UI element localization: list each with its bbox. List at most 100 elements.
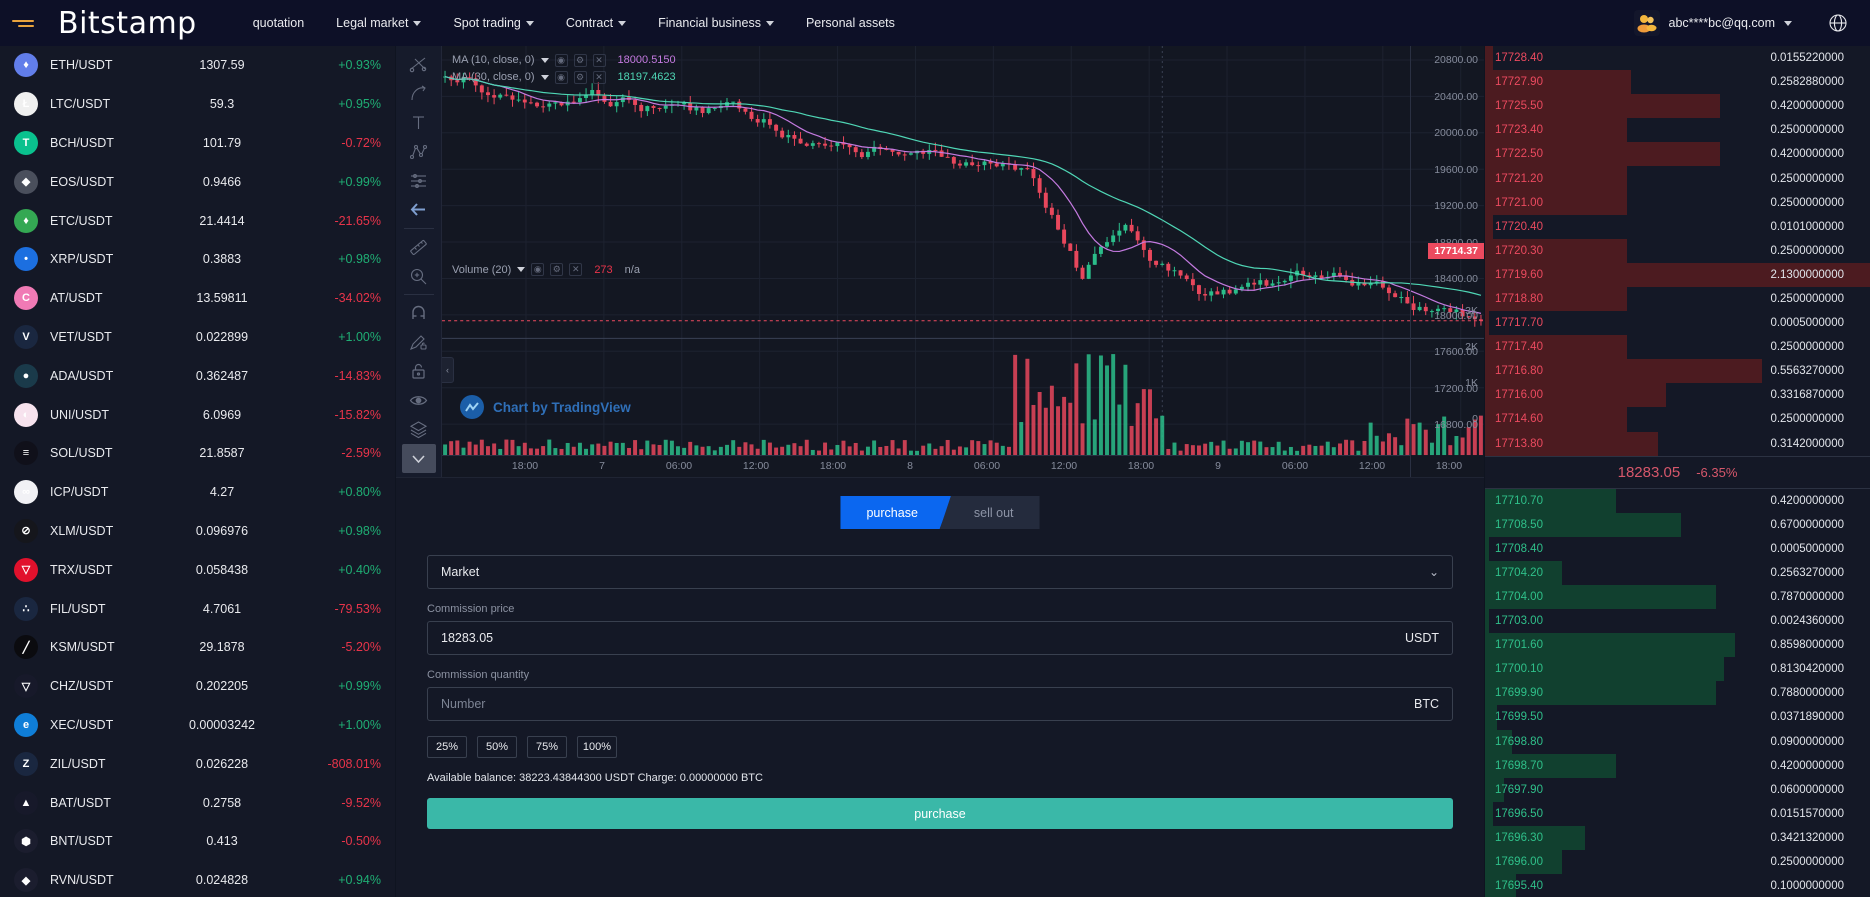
eye-icon[interactable]: ◉	[555, 54, 568, 67]
order-book-row[interactable]: 17698.800.0900000000	[1485, 730, 1870, 754]
gear-icon[interactable]: ⚙	[574, 54, 587, 67]
crosshair-icon[interactable]	[402, 50, 436, 79]
market-list-item[interactable]: ♦ETH/USDT1307.59+0.93%	[0, 46, 395, 85]
market-list-item[interactable]: ◆EOS/USDT0.9466+0.99%	[0, 162, 395, 201]
order-book-row[interactable]: 17699.900.7880000000	[1485, 681, 1870, 705]
user-account-menu[interactable]: abc****bc@qq.com	[1634, 10, 1793, 36]
order-book-row[interactable]: 17701.600.8598000000	[1485, 633, 1870, 657]
market-list-item[interactable]: VVET/USDT0.022899+1.00%	[0, 318, 395, 357]
market-list-item[interactable]: ≡SOL/USDT21.8587-2.59%	[0, 434, 395, 473]
percent-button-75[interactable]: 75%	[527, 736, 567, 758]
order-book-row[interactable]: 17696.300.3421320000	[1485, 826, 1870, 850]
order-book-row[interactable]: 17720.300.2500000000	[1485, 239, 1870, 263]
tab-sell-out[interactable]: sell out	[940, 496, 1040, 529]
order-book-row[interactable]: 17721.000.2500000000	[1485, 191, 1870, 215]
order-book-row[interactable]: 17700.100.8130420000	[1485, 657, 1870, 681]
market-list-item[interactable]: ▲BAT/USDT0.2758-9.52%	[0, 783, 395, 822]
order-book-row[interactable]: 17725.500.4200000000	[1485, 94, 1870, 118]
gear-icon[interactable]: ⚙	[574, 71, 587, 84]
order-book-row[interactable]: 17697.900.0600000000	[1485, 778, 1870, 802]
chevron-down-icon[interactable]	[517, 267, 525, 272]
order-book-row[interactable]: 17708.400.0005000000	[1485, 537, 1870, 561]
market-list-item[interactable]: ŁLTC/USDT59.3+0.95%	[0, 85, 395, 124]
order-book-row[interactable]: 17698.700.4200000000	[1485, 754, 1870, 778]
order-book-row[interactable]: 17719.602.1300000000	[1485, 263, 1870, 287]
close-icon[interactable]: ✕	[569, 263, 582, 276]
order-book-row[interactable]: 17704.000.7870000000	[1485, 585, 1870, 609]
market-list-item[interactable]: TBCH/USDT101.79-0.72%	[0, 124, 395, 163]
market-list-item[interactable]: ◐UNI/USDT6.0969-15.82%	[0, 395, 395, 434]
percent-button-100[interactable]: 100%	[577, 736, 617, 758]
nav-link-quotation[interactable]: quotation	[253, 16, 304, 30]
collapse-chevron-icon[interactable]	[402, 444, 436, 473]
order-book-row[interactable]: 17716.000.3316870000	[1485, 383, 1870, 407]
order-book-row[interactable]: 17723.400.2500000000	[1485, 118, 1870, 142]
nav-link-spot-trading[interactable]: Spot trading	[453, 16, 533, 30]
order-type-select[interactable]: Market ⌄	[427, 555, 1453, 589]
order-book-row[interactable]: 17721.200.2500000000	[1485, 166, 1870, 190]
market-list-item[interactable]: ∴FIL/USDT4.7061-79.53%	[0, 589, 395, 628]
eye-icon[interactable]: ◉	[531, 263, 544, 276]
order-book-row[interactable]: 17722.500.4200000000	[1485, 142, 1870, 166]
measure-ruler-icon[interactable]	[402, 233, 436, 262]
order-book-row[interactable]: 17696.500.0151570000	[1485, 802, 1870, 826]
text-icon[interactable]	[402, 108, 436, 137]
gear-icon[interactable]: ⚙	[550, 263, 563, 276]
market-list-item[interactable]: eXEC/USDT0.00003242+1.00%	[0, 706, 395, 745]
order-book-row[interactable]: 17708.500.6700000000	[1485, 513, 1870, 537]
order-book-row[interactable]: 17713.800.3142000000	[1485, 432, 1870, 456]
order-book-row[interactable]: 17714.600.2500000000	[1485, 407, 1870, 431]
forecast-icon[interactable]	[402, 166, 436, 195]
layers-icon[interactable]	[402, 415, 436, 444]
lock-icon[interactable]	[402, 357, 436, 386]
order-book-row[interactable]: 17720.400.0101000000	[1485, 215, 1870, 239]
eye-icon[interactable]: ◉	[555, 71, 568, 84]
brand-logo[interactable]: Bitstamp	[58, 6, 197, 41]
order-book-row[interactable]: 17696.000.2500000000	[1485, 850, 1870, 874]
chart-canvas[interactable]: MA (10, close, 0)◉⚙✕18000.5150MA (30, cl…	[442, 46, 1484, 477]
arrow-left-icon[interactable]	[402, 195, 436, 224]
trendline-icon[interactable]	[402, 79, 436, 108]
market-list-item[interactable]: ▽CHZ/USDT0.202205+0.99%	[0, 667, 395, 706]
commission-price-input[interactable]: 18283.05 USDT	[427, 621, 1453, 655]
submit-purchase-button[interactable]: purchase	[427, 798, 1453, 829]
market-list-item[interactable]: ∞ICP/USDT4.27+0.80%	[0, 473, 395, 512]
market-list-item[interactable]: •XRP/USDT0.3883+0.98%	[0, 240, 395, 279]
percent-button-50[interactable]: 50%	[477, 736, 517, 758]
chevron-down-icon[interactable]	[541, 58, 549, 63]
market-list-item[interactable]: ╱KSM/USDT29.1878-5.20%	[0, 628, 395, 667]
market-list-item[interactable]: ZZIL/USDT0.026228-808.01%	[0, 744, 395, 783]
market-list-item[interactable]: ⊘XLM/USDT0.096976+0.98%	[0, 512, 395, 551]
order-book-row[interactable]: 17704.200.2563270000	[1485, 561, 1870, 585]
close-icon[interactable]: ✕	[593, 71, 606, 84]
tab-purchase[interactable]: purchase	[840, 496, 951, 529]
eye-icon[interactable]	[402, 386, 436, 415]
panel-collapse-icon[interactable]: ‹	[442, 357, 454, 383]
pattern-icon[interactable]	[402, 137, 436, 166]
order-book-row[interactable]: 17703.000.0024360000	[1485, 609, 1870, 633]
order-book-row[interactable]: 17728.400.0155220000	[1485, 46, 1870, 70]
order-book-row[interactable]: 17695.400.1000000000	[1485, 874, 1870, 897]
order-book-row[interactable]: 17718.800.2500000000	[1485, 287, 1870, 311]
order-book-row[interactable]: 17710.700.4200000000	[1485, 489, 1870, 513]
market-list-item[interactable]: ●ADA/USDT0.362487-14.83%	[0, 356, 395, 395]
order-book-row[interactable]: 17716.800.5563270000	[1485, 359, 1870, 383]
percent-button-25[interactable]: 25%	[427, 736, 467, 758]
nav-link-financial-business[interactable]: Financial business	[658, 16, 774, 30]
nav-link-contract[interactable]: Contract	[566, 16, 626, 30]
hamburger-menu-icon[interactable]	[8, 20, 42, 27]
order-book-row[interactable]: 17699.500.0371890000	[1485, 705, 1870, 729]
pencil-lock-icon[interactable]	[402, 328, 436, 357]
order-book-row[interactable]: 17717.400.2500000000	[1485, 335, 1870, 359]
magnet-icon[interactable]	[402, 299, 436, 328]
market-list-item[interactable]: CAT/USDT13.59811-34.02%	[0, 279, 395, 318]
zoom-in-icon[interactable]	[402, 262, 436, 291]
commission-quantity-input[interactable]: Number BTC	[427, 687, 1453, 721]
nav-link-personal-assets[interactable]: Personal assets	[806, 16, 895, 30]
nav-link-legal-market[interactable]: Legal market	[336, 16, 421, 30]
order-book-row[interactable]: 17727.900.2582880000	[1485, 70, 1870, 94]
market-list-item[interactable]: ♦ETC/USDT21.4414-21.65%	[0, 201, 395, 240]
close-icon[interactable]: ✕	[593, 54, 606, 67]
chevron-down-icon[interactable]	[541, 75, 549, 80]
order-book-row[interactable]: 17717.700.0005000000	[1485, 311, 1870, 335]
